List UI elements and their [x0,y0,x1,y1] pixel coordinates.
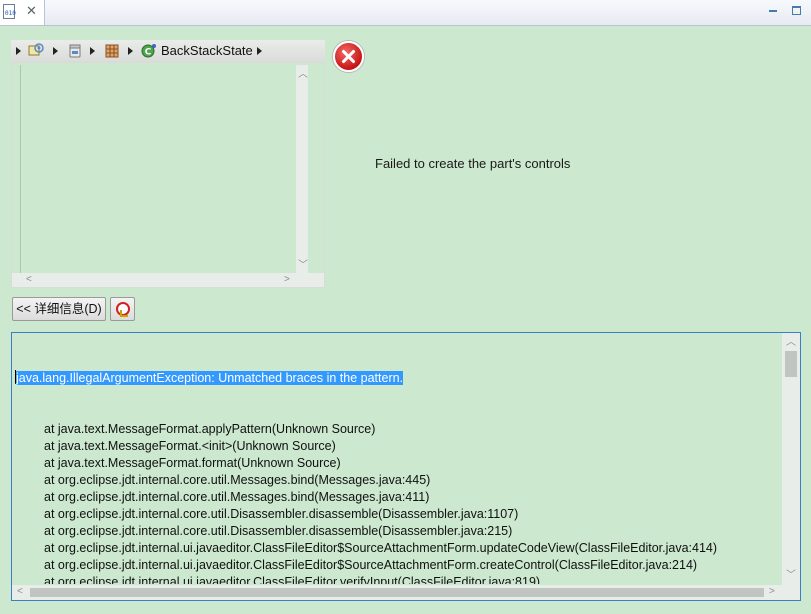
breadcrumb-arrow-icon[interactable] [128,47,133,55]
project-icon[interactable] [28,43,44,59]
details-toggle-button[interactable]: << 详细信息(D) [12,297,106,321]
scroll-left-icon[interactable]: < [17,587,23,597]
outline-tree[interactable] [20,65,299,273]
report-error-icon [116,302,130,317]
editor-tab[interactable]: 010 ✕ [0,0,45,25]
breadcrumb-arrow-icon[interactable] [53,47,58,55]
stack-trace-frame[interactable]: at org.eclipse.jdt.internal.core.util.Me… [15,472,781,489]
editor-tab-bar: 010 ✕ [0,0,811,26]
class-icon[interactable]: C [141,43,157,59]
stack-trace-exception[interactable]: java.lang.IllegalArgumentException: Unma… [16,371,404,385]
stack-trace-frame[interactable]: at org.eclipse.jdt.internal.ui.javaedito… [15,574,781,584]
stack-trace-frame[interactable]: at java.text.MessageFormat.<init>(Unknow… [15,438,781,455]
stack-trace-frame[interactable]: at org.eclipse.jdt.internal.core.util.Di… [15,523,781,540]
jar-icon[interactable] [67,43,83,59]
outline-horizontal-scrollbar[interactable]: < > [12,273,296,287]
stack-trace-frame[interactable]: at java.text.MessageFormat.format(Unknow… [15,455,781,472]
maximize-icon[interactable] [790,4,804,18]
scroll-up-icon[interactable]: ︿ [298,70,308,80]
minimize-icon[interactable] [766,4,780,18]
scroll-right-icon[interactable]: > [284,275,290,285]
scroll-down-icon[interactable]: ﹀ [298,261,308,271]
stack-trace-frame[interactable]: at org.eclipse.jdt.internal.ui.javaedito… [15,540,781,557]
breadcrumb-arrow-icon[interactable] [90,47,95,55]
breadcrumb-arrow-icon[interactable] [257,47,262,55]
breadcrumb-arrow-icon[interactable] [16,47,21,55]
stack-trace-frame[interactable]: at org.eclipse.jdt.internal.ui.javaedito… [15,557,781,574]
error-icon [333,41,364,72]
error-message: Failed to create the part's controls [375,156,571,171]
stack-trace-frame[interactable]: at org.eclipse.jdt.internal.core.util.Di… [15,506,781,523]
outline-panel: ︿ ﹀ < > [11,62,325,288]
stack-trace-frame[interactable]: at java.text.MessageFormat.applyPattern(… [15,421,781,438]
scroll-right-icon[interactable]: > [769,587,775,597]
breadcrumb: C BackStackState [11,40,325,63]
class-file-icon-text: 010 [5,10,16,17]
breadcrumb-class-label[interactable]: BackStackState [161,40,253,62]
package-icon[interactable] [104,43,120,59]
stack-trace-vertical-scrollbar[interactable]: ︿ ﹀ [782,333,800,585]
scrollbar-thumb[interactable] [30,588,764,597]
scroll-corner [296,273,324,287]
scrollbar-thumb[interactable] [785,351,797,377]
scroll-down-icon[interactable]: ﹀ [786,571,796,581]
stack-trace-horizontal-scrollbar[interactable]: < > [12,585,782,600]
scroll-up-icon[interactable]: ︿ [786,338,796,348]
outline-vertical-scrollbar[interactable]: ︿ ﹀ [296,65,308,273]
report-error-button[interactable] [110,297,135,321]
stack-trace-frame[interactable]: at org.eclipse.jdt.internal.core.util.Me… [15,489,781,506]
scroll-corner [782,585,800,600]
svg-text:C: C [145,48,152,58]
scroll-left-icon[interactable]: < [26,275,32,285]
stack-trace-text[interactable]: java.lang.IllegalArgumentException: Unma… [15,336,781,584]
close-icon[interactable]: ✕ [26,3,37,19]
class-file-icon: 010 [3,4,16,19]
stack-trace-textarea[interactable]: java.lang.IllegalArgumentException: Unma… [11,332,801,601]
